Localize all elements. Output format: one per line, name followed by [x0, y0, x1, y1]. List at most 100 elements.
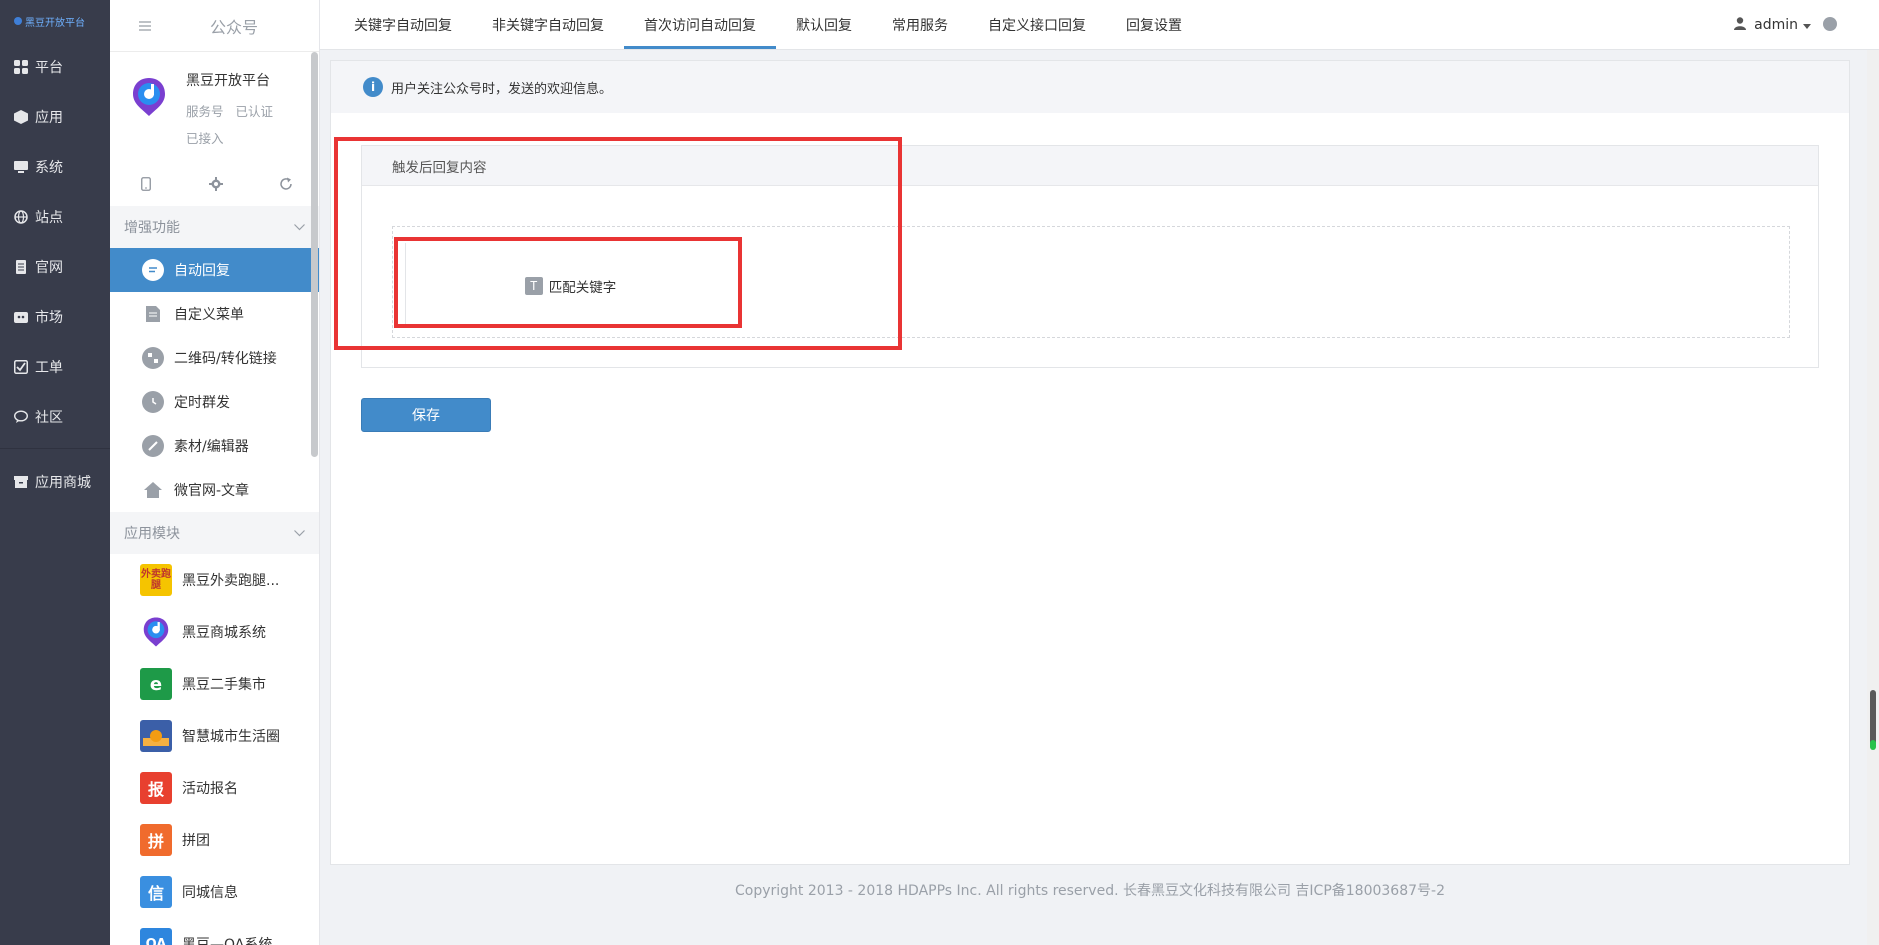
app-label: 黑豆二手集市 [182, 677, 266, 693]
tab-custom-api-reply[interactable]: 自定义接口回复 [968, 0, 1106, 49]
app-item-oa[interactable]: OA 黑豆—OA系统 [110, 918, 319, 945]
footer-copyright: Copyright 2013 - 2018 HDAPPs Inc. All ri… [734, 883, 1445, 899]
notice-text: 用户关注公众号时，发送的欢迎信息。 [391, 81, 613, 97]
app-icon-city-info: 信 [140, 876, 172, 908]
qrcode-icon [142, 347, 164, 369]
menu-label: 自定义菜单 [174, 307, 244, 323]
store-icon [13, 309, 29, 325]
scrollbar-thumb[interactable] [1870, 690, 1876, 745]
nav-item-system[interactable]: 系统 [0, 142, 110, 192]
tab-keyword-reply[interactable]: 关键字自动回复 [334, 0, 472, 49]
group-label: 增强功能 [124, 220, 180, 236]
sidebar-item-scheduled-broadcast[interactable]: 定时群发 [110, 380, 319, 424]
sub-sidebar: 公众号 黑豆开放平台 服务号 已认证 已接入 增强功能 自动回复 自定义菜单 二维… [110, 0, 320, 945]
nav-label: 站点 [35, 210, 63, 226]
monitor-icon [13, 159, 29, 175]
account-info: 黑豆开放平台 服务号 已认证 已接入 [186, 70, 285, 162]
menu-label: 微官网-文章 [174, 483, 250, 499]
menu-label: 素材/编辑器 [174, 439, 249, 455]
app-label: 黑豆—OA系统 [182, 937, 273, 945]
app-item-smart-city[interactable]: 智慧城市生活圈 [110, 710, 319, 762]
nav-item-community[interactable]: 社区 [0, 392, 110, 442]
app-label: 活动报名 [182, 781, 238, 797]
account-avatar [132, 78, 166, 116]
sidebar-item-custom-menu[interactable]: 自定义菜单 [110, 292, 319, 336]
gear-icon[interactable] [208, 176, 224, 192]
sidebar-item-micro-site-article[interactable]: 微官网-文章 [110, 468, 319, 512]
tab-label: 关键字自动回复 [354, 17, 452, 34]
nav-item-ticket[interactable]: 工单 [0, 342, 110, 392]
page-scrollbar[interactable] [1867, 50, 1879, 945]
group-enhanced-features[interactable]: 增强功能 [110, 206, 319, 248]
app-label: 同城信息 [182, 885, 238, 901]
nav-item-market[interactable]: 市场 [0, 292, 110, 342]
sidebar-scrollbar[interactable] [311, 52, 318, 457]
nav-label: 平台 [35, 60, 63, 76]
app-item-takeaway[interactable]: 外卖跑腿 黑豆外卖跑腿... [110, 554, 319, 606]
caret-down-icon [1803, 17, 1811, 33]
user-menu[interactable]: admin [1734, 0, 1811, 50]
app-label: 黑豆外卖跑腿... [182, 573, 280, 589]
account-card: 黑豆开放平台 服务号 已认证 已接入 [110, 52, 319, 162]
app-item-group-buy[interactable]: 拼 拼团 [110, 814, 319, 866]
nav-item-website[interactable]: 官网 [0, 242, 110, 292]
group-app-modules[interactable]: 应用模块 [110, 512, 319, 554]
app-label: 黑豆商城系统 [182, 625, 266, 641]
tab-non-keyword-reply[interactable]: 非关键字自动回复 [472, 0, 624, 49]
app-item-event-signup[interactable]: 报 活动报名 [110, 762, 319, 814]
app-icon-group-buy: 拼 [140, 824, 172, 856]
logo-icon [14, 17, 22, 25]
refresh-icon[interactable] [278, 176, 294, 192]
nav-item-app-store[interactable]: 应用商城 [0, 457, 110, 507]
nav-label: 系统 [35, 160, 63, 176]
archive-icon [13, 474, 29, 490]
tab-common-services[interactable]: 常用服务 [872, 0, 968, 49]
app-item-city-info[interactable]: 信 同城信息 [110, 866, 319, 918]
app-item-mall[interactable]: 黑豆商城系统 [110, 606, 319, 658]
checkbox-icon [13, 359, 29, 375]
grid-icon [13, 59, 29, 75]
nav-item-platform[interactable]: 平台 [0, 42, 110, 92]
info-notice: i 用户关注公众号时，发送的欢迎信息。 [331, 61, 1849, 113]
chat-icon [13, 409, 29, 425]
nav-item-site[interactable]: 站点 [0, 192, 110, 242]
clock-icon [142, 391, 164, 413]
menu-toggle-icon[interactable] [128, 20, 162, 31]
app-icon-secondhand: e [140, 668, 172, 700]
account-meta: 服务号 已认证 已接入 [186, 98, 285, 152]
chevron-down-icon [294, 525, 305, 541]
app-icon-mall [140, 616, 172, 648]
app-item-secondhand[interactable]: e 黑豆二手集市 [110, 658, 319, 710]
brand-logo[interactable]: 黑豆开放平台 [0, 0, 110, 42]
nav-item-apps[interactable]: 应用 [0, 92, 110, 142]
sidebar-item-auto-reply[interactable]: 自动回复 [110, 248, 319, 292]
user-icon [1734, 16, 1747, 34]
app-icon-takeaway: 外卖跑腿 [140, 564, 172, 596]
tab-label: 常用服务 [892, 17, 948, 34]
cube-icon [13, 109, 29, 125]
tab-first-visit-reply[interactable]: 首次访问自动回复 [624, 0, 776, 49]
sidebar-item-materials-editor[interactable]: 素材/编辑器 [110, 424, 319, 468]
logo-text: 黑豆开放平台 [25, 17, 85, 29]
group-label: 应用模块 [124, 526, 180, 542]
nav-label: 应用 [35, 110, 63, 126]
save-button[interactable]: 保存 [361, 398, 491, 432]
account-status: 已认证 [235, 104, 274, 119]
sidebar-item-qrcode[interactable]: 二维码/转化链接 [110, 336, 319, 380]
app-label: 拼团 [182, 833, 210, 849]
pencil-icon [142, 435, 164, 457]
app-label: 智慧城市生活圈 [182, 729, 280, 745]
edit-doc-icon [142, 303, 164, 325]
sidebar-header: 公众号 [110, 0, 319, 52]
menu-label: 定时群发 [174, 395, 230, 411]
globe-icon [13, 209, 29, 225]
mobile-icon[interactable] [138, 176, 154, 192]
notification-icon[interactable] [1823, 17, 1837, 31]
tab-default-reply[interactable]: 默认回复 [776, 0, 872, 49]
tab-label: 回复设置 [1126, 17, 1182, 34]
nav-label: 市场 [35, 310, 63, 326]
username: admin [1754, 17, 1798, 33]
tab-reply-settings[interactable]: 回复设置 [1106, 0, 1202, 49]
info-icon: i [363, 77, 383, 97]
nav-label: 工单 [35, 360, 63, 376]
